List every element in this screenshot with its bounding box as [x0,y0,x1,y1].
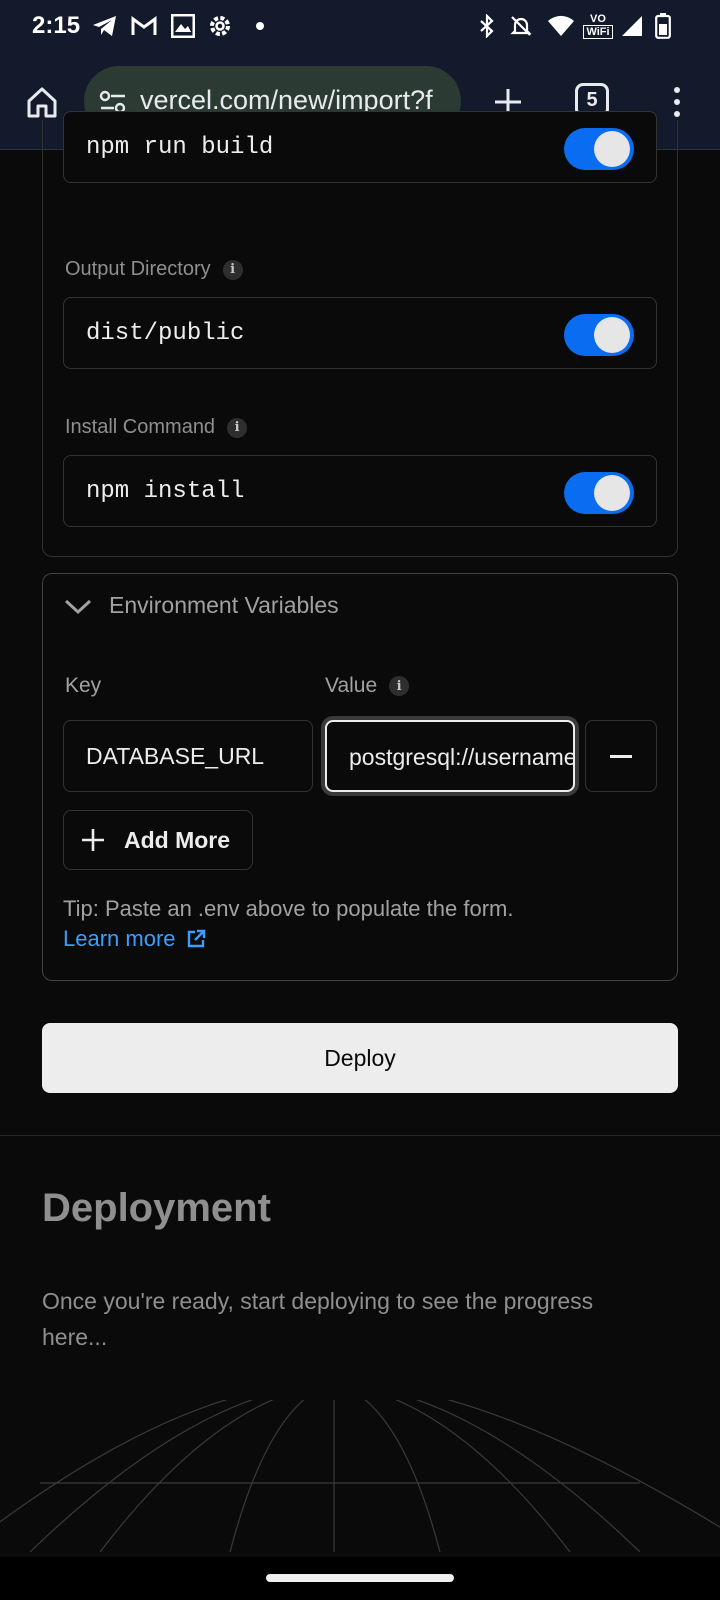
install-command-value[interactable]: npm install [86,478,244,505]
signal-icon [620,10,644,42]
plus-icon [82,829,104,851]
key-label: Key [65,674,102,697]
vowifi-icon: VO WiFi [582,10,614,42]
wifi-icon [546,10,576,42]
divider [0,1135,720,1136]
mute-icon [508,10,534,42]
value-label: Value i [325,674,410,698]
env-variables-title: Environment Variables [109,592,339,618]
settings-icon [206,10,234,42]
deployment-description: Once you're ready, start deploying to se… [42,1288,594,1350]
gmail-icon [130,10,158,42]
bluetooth-icon [476,10,498,42]
battery-icon [654,10,672,42]
more-menu-button[interactable] [662,78,692,126]
env-variables-header[interactable]: Environment Variables [63,592,339,619]
learn-more-link[interactable]: Learn more [63,926,206,952]
env-value-input[interactable]: postgresql://username [325,720,575,792]
status-bar: 2:15 VO WiFi [0,0,720,52]
env-tip-text: Tip: Paste an .env above to populate the… [63,896,514,921]
deploy-button[interactable]: Deploy [42,1023,678,1093]
build-command-field[interactable]: npm run build [63,111,657,183]
install-command-field[interactable]: npm install [63,455,657,527]
photo-icon [170,10,196,42]
home-gesture-handle[interactable] [266,1574,454,1582]
install-command-label: Install Command i [65,416,248,439]
build-command-value[interactable]: npm run build [86,134,273,161]
dot-icon [674,111,680,117]
deployment-heading: Deployment [42,1186,271,1230]
add-more-button[interactable]: Add More [63,810,253,870]
chevron-down-icon [64,599,92,614]
remove-variable-button[interactable] [585,720,657,792]
info-icon[interactable]: i [222,259,243,280]
external-link-icon [187,929,205,948]
output-directory-field[interactable]: dist/public [63,297,657,369]
status-time: 2:15 [32,12,81,39]
output-directory-value[interactable]: dist/public [86,320,244,347]
system-nav-bar [0,1557,720,1600]
notification-dot [256,22,264,30]
dot-icon [674,99,680,105]
info-icon[interactable]: i [227,417,248,438]
globe-graphic [0,1400,720,1552]
env-variables-card: Environment Variables Key Value i DATABA… [42,573,678,981]
install-command-override-toggle[interactable] [564,472,634,514]
output-directory-override-toggle[interactable] [564,314,634,356]
telegram-icon [90,10,120,42]
env-key-input[interactable]: DATABASE_URL [63,720,313,792]
home-button[interactable] [18,78,66,126]
info-icon[interactable]: i [389,676,410,696]
build-settings-card: npm run build Output Directory i dist/pu… [42,111,678,557]
build-command-override-toggle[interactable] [564,128,634,170]
output-directory-label: Output Directory i [65,258,243,281]
home-icon [27,87,57,118]
dot-icon [674,87,680,93]
minus-icon [610,754,632,758]
